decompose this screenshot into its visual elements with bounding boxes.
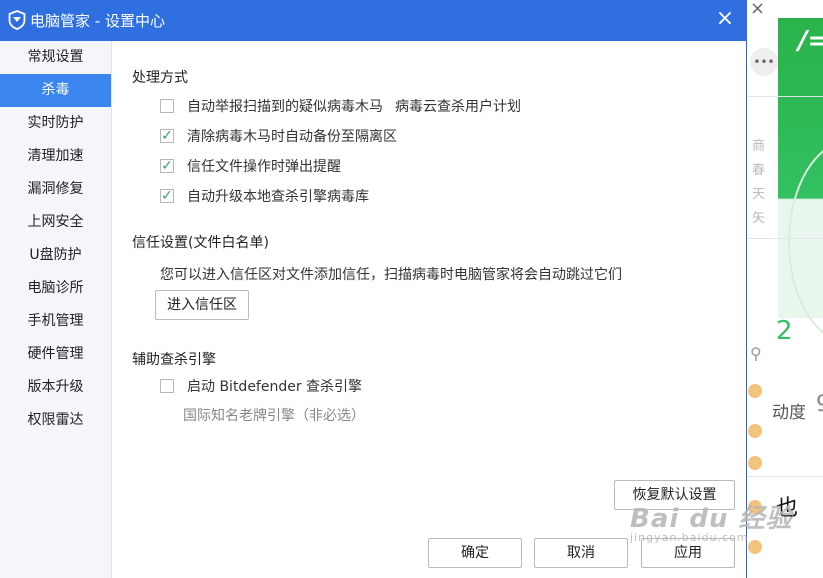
sidebar-item-cleanup[interactable]: 清理加速 (0, 140, 111, 173)
cancel-button[interactable]: 取消 (534, 538, 628, 568)
option-label: 自动举报扫描到的疑似病毒木马 (187, 99, 383, 115)
background-number: 2 (776, 316, 793, 346)
background-avatar (748, 540, 762, 554)
background-divider (748, 476, 823, 477)
option-trust-alert[interactable]: ✓ 信任文件操作时弹出提醒 (160, 156, 341, 176)
option-label: 启动 Bitdefender 查杀引擎 (187, 379, 363, 395)
settings-content: 处理方式 自动举报扫描到的疑似病毒木马 病毒云查杀用户计划 ✓ 清除病毒木马时自… (112, 41, 746, 578)
background-big-char: 也 (776, 496, 799, 521)
checkbox-auto-report[interactable] (160, 99, 174, 113)
shield-icon (8, 10, 26, 30)
sidebar-item-vulnerability-fix[interactable]: 漏洞修复 (0, 173, 111, 206)
option-label: 清除病毒木马时自动备份至隔离区 (187, 129, 397, 145)
option-auto-upgrade-engine[interactable]: ✓ 自动升级本地查杀引擎病毒库 (160, 186, 369, 206)
trust-description: 您可以进入信任区对文件添加信任，扫描病毒时电脑管家将会自动跳过它们 (160, 267, 622, 283)
sidebar-item-antivirus[interactable]: 杀毒 (0, 74, 111, 107)
background-close-icon[interactable]: × (750, 0, 765, 19)
section-title-trust: 信任设置(文件白名单) (132, 235, 269, 251)
sidebar-item-usb-protection[interactable]: U盘防护 (0, 239, 111, 272)
checkbox-bitdefender[interactable] (160, 379, 174, 393)
checkmark-icon: ✓ (161, 157, 173, 174)
background-search-icon[interactable]: ⚲ (750, 344, 762, 363)
option-bitdefender[interactable]: 启动 Bitdefender 查杀引擎 (160, 376, 362, 396)
sidebar-item-permission-radar[interactable]: 权限雷达 (0, 404, 111, 437)
sidebar-item-web-security[interactable]: 上网安全 (0, 206, 111, 239)
option-auto-backup[interactable]: ✓ 清除病毒木马时自动备份至隔离区 (160, 126, 397, 146)
background-logo-fragment: /= (798, 26, 823, 56)
apply-button[interactable]: 应用 (641, 538, 735, 568)
background-big-number: 9 (816, 392, 823, 417)
title-bar[interactable]: 电脑管家 - 设置中心 × (0, 0, 747, 41)
background-side-text: 商春天矢 (752, 139, 766, 226)
checkbox-auto-upgrade-engine[interactable]: ✓ (160, 189, 174, 203)
close-button[interactable]: × (711, 6, 739, 34)
checkbox-auto-backup[interactable]: ✓ (160, 129, 174, 143)
option-label: 自动升级本地查杀引擎病毒库 (187, 189, 369, 205)
background-degree-text: 动度 (772, 403, 806, 423)
background-avatar (748, 424, 762, 438)
sidebar-item-realtime-protection[interactable]: 实时防护 (0, 107, 111, 140)
background-avatar (748, 384, 762, 398)
checkbox-trust-alert[interactable]: ✓ (160, 159, 174, 173)
checkmark-icon: ✓ (161, 187, 173, 204)
sidebar-item-hardware-management[interactable]: 硬件管理 (0, 338, 111, 371)
section-title-processing: 处理方式 (132, 70, 188, 86)
ok-button[interactable]: 确定 (428, 538, 522, 568)
sidebar-item-phone-management[interactable]: 手机管理 (0, 305, 111, 338)
enter-trust-zone-button[interactable]: 进入信任区 (155, 290, 249, 320)
background-avatar (748, 456, 762, 470)
restore-defaults-button[interactable]: 恢复默认设置 (614, 480, 735, 510)
background-more-icon[interactable]: ••• (750, 48, 778, 76)
sidebar-item-version-upgrade[interactable]: 版本升级 (0, 371, 111, 404)
background-avatar (748, 500, 762, 514)
checkmark-icon: ✓ (161, 127, 173, 144)
sidebar-item-pc-clinic[interactable]: 电脑诊所 (0, 272, 111, 305)
sidebar: 常规设置 杀毒 实时防护 清理加速 漏洞修复 上网安全 U盘防护 电脑诊所 手机… (0, 41, 112, 578)
engine-note: 国际知名老牌引擎（非必选） (183, 408, 365, 424)
option-auto-report[interactable]: 自动举报扫描到的疑似病毒木马 病毒云查杀用户计划 (160, 96, 521, 116)
section-title-engine: 辅助查杀引擎 (132, 352, 216, 368)
background-divider (748, 96, 823, 97)
option-label: 信任文件操作时弹出提醒 (187, 159, 341, 175)
background-divider (748, 238, 823, 239)
settings-dialog: 电脑管家 - 设置中心 × 常规设置 杀毒 实时防护 清理加速 漏洞修复 上网安… (0, 0, 747, 578)
cloud-plan-link[interactable]: 病毒云查杀用户计划 (395, 96, 521, 116)
sidebar-item-general[interactable]: 常规设置 (0, 41, 111, 74)
window-title: 电脑管家 - 设置中心 (30, 12, 165, 30)
background-app-window: /= × ••• 商春天矢 2 ⚲ 动度 9 也 (748, 0, 823, 578)
